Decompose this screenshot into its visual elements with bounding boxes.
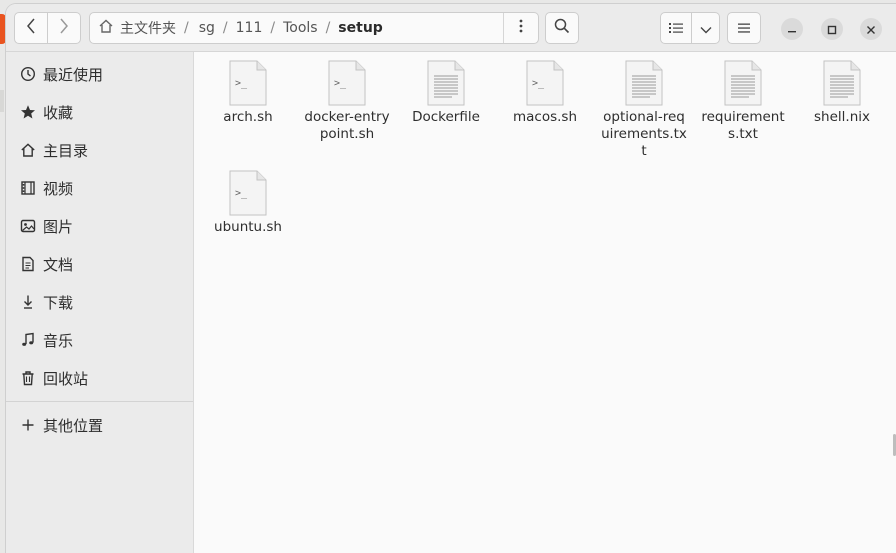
view-toggle-group <box>660 12 720 44</box>
breadcrumb-home-label: 主文件夹 <box>120 21 176 37</box>
text-file-icon <box>823 60 861 106</box>
maximize-icon <box>827 20 837 39</box>
sidebar-item-music[interactable]: 音乐 <box>6 323 193 357</box>
file-item[interactable]: Dockerfile <box>398 60 494 126</box>
file-name: requirements.txt <box>701 109 785 142</box>
file-item[interactable]: shell.nix <box>794 60 890 126</box>
home-icon <box>19 141 37 159</box>
script-file-icon: >_ <box>328 60 366 106</box>
text-file-icon <box>625 60 663 106</box>
download-icon <box>19 293 37 311</box>
file-name: ubuntu.sh <box>214 219 282 235</box>
svg-text:>_: >_ <box>235 78 248 89</box>
chevron-right-icon <box>59 18 69 38</box>
sidebar-item-starred[interactable]: 收藏 <box>6 95 193 129</box>
back-button[interactable] <box>14 12 48 44</box>
list-view-icon <box>669 19 684 38</box>
script-file-icon: >_ <box>229 170 267 216</box>
document-icon <box>19 255 37 273</box>
sidebar-item-documents[interactable]: 文档 <box>6 247 193 281</box>
sidebar-item-recent[interactable]: 最近使用 <box>6 57 193 91</box>
breadcrumb-home[interactable]: 主文件夹 <box>90 18 176 38</box>
main-menu-button[interactable] <box>727 12 761 44</box>
script-file-icon: >_ <box>526 60 564 106</box>
sidebar-item-label: 最近使用 <box>43 65 104 84</box>
file-name: docker-entrypoint.sh <box>304 109 390 142</box>
sidebar-item-label: 其他位置 <box>43 416 104 435</box>
breadcrumb-segment[interactable]: 111 <box>228 20 271 36</box>
minimize-button[interactable] <box>781 18 803 40</box>
chevron-down-icon <box>700 19 712 38</box>
file-item[interactable]: >_ ubuntu.sh <box>200 170 296 236</box>
sidebar: 最近使用 收藏 主目录 视频 图片 文档 下载 音乐 回收站 其他位置 <box>6 52 194 553</box>
file-item[interactable]: >_ docker-entrypoint.sh <box>299 60 395 143</box>
close-button[interactable] <box>860 18 882 40</box>
file-manager-window: 主文件夹 / sg / 111 / Tools / setup 最近使用 收藏 … <box>6 4 896 553</box>
script-file-icon: >_ <box>229 60 267 106</box>
star-icon <box>19 103 37 121</box>
svg-text:>_: >_ <box>334 78 347 89</box>
sidebar-item-videos[interactable]: 视频 <box>6 171 193 205</box>
sidebar-divider <box>6 401 193 402</box>
path-bar: 主文件夹 / sg / 111 / Tools / setup <box>89 12 539 44</box>
minimize-icon <box>787 20 797 39</box>
search-icon <box>554 18 570 38</box>
file-name: arch.sh <box>223 109 273 125</box>
svg-text:>_: >_ <box>532 78 545 89</box>
sidebar-item-label: 图片 <box>43 217 74 236</box>
header-bar: 主文件夹 / sg / 111 / Tools / setup <box>6 4 896 52</box>
search-button[interactable] <box>545 12 579 44</box>
close-icon <box>866 20 876 39</box>
file-item[interactable]: >_ arch.sh <box>200 60 296 126</box>
file-name: macos.sh <box>512 109 578 125</box>
text-file-icon <box>427 60 465 106</box>
chevron-left-icon <box>26 18 36 38</box>
film-icon <box>19 179 37 197</box>
sidebar-item-label: 视频 <box>43 179 74 198</box>
sidebar-item-other-locations[interactable]: 其他位置 <box>6 408 193 442</box>
file-name: optional-requirements.txt <box>601 109 687 159</box>
maximize-button[interactable] <box>821 18 843 40</box>
file-item[interactable]: requirements.txt <box>695 60 791 143</box>
path-menu-button[interactable] <box>503 13 538 43</box>
file-name: Dockerfile <box>412 109 480 125</box>
sidebar-item-home[interactable]: 主目录 <box>6 133 193 167</box>
file-item[interactable]: >_ macos.sh <box>497 60 593 126</box>
svg-text:>_: >_ <box>235 188 248 199</box>
sidebar-item-label: 主目录 <box>43 141 89 160</box>
breadcrumb-segment[interactable]: Tools <box>275 20 326 36</box>
hamburger-menu-icon <box>737 19 751 38</box>
sidebar-item-label: 下载 <box>43 293 74 312</box>
plus-icon <box>19 416 37 434</box>
sidebar-item-pictures[interactable]: 图片 <box>6 209 193 243</box>
text-file-icon <box>724 60 762 106</box>
sidebar-item-label: 文档 <box>43 255 74 274</box>
sidebar-item-downloads[interactable]: 下载 <box>6 285 193 319</box>
file-grid: >_ arch.sh >_ docker-entrypoint.sh Docke… <box>194 52 896 553</box>
sidebar-item-trash[interactable]: 回收站 <box>6 361 193 395</box>
navigation-buttons <box>14 12 81 44</box>
more-vertical-icon <box>519 19 523 37</box>
file-name: shell.nix <box>814 109 870 125</box>
forward-button[interactable] <box>47 12 81 44</box>
breadcrumb-current[interactable]: setup <box>330 20 391 36</box>
view-options-button[interactable] <box>692 12 720 44</box>
clock-icon <box>19 65 37 83</box>
sidebar-item-label: 回收站 <box>43 369 89 388</box>
file-item[interactable]: optional-requirements.txt <box>596 60 692 160</box>
sidebar-item-label: 收藏 <box>43 103 74 122</box>
path-separator: / <box>184 20 189 36</box>
image-icon <box>19 217 37 235</box>
desktop-accent-secondary <box>0 90 4 112</box>
home-icon <box>98 18 114 38</box>
trash-icon <box>19 369 37 387</box>
breadcrumb-segment[interactable]: sg <box>191 20 223 36</box>
sidebar-item-label: 音乐 <box>43 331 74 350</box>
music-icon <box>19 331 37 349</box>
list-view-button[interactable] <box>660 12 693 44</box>
